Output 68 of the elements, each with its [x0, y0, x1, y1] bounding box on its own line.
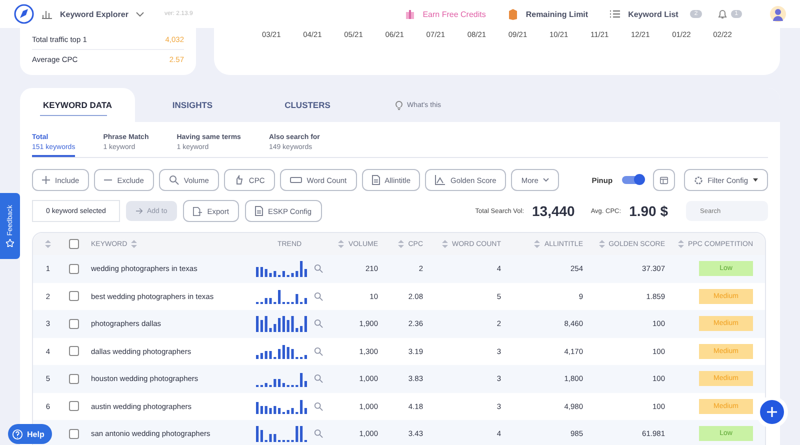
sort-icon[interactable] [45, 240, 51, 248]
add-button[interactable] [760, 400, 784, 424]
checkbox[interactable] [69, 374, 79, 384]
document-icon [372, 175, 380, 185]
earn-credits-link[interactable]: Earn Free Credits [422, 10, 486, 18]
search-icon[interactable] [314, 346, 323, 356]
box-icon [508, 8, 518, 20]
sort-icon[interactable] [442, 240, 448, 248]
tab[interactable]: KEYWORD DATA [20, 88, 135, 122]
sort-icon[interactable] [534, 240, 540, 248]
sort-icon[interactable] [131, 240, 138, 248]
trend-sparkline [256, 426, 308, 442]
sort-icon[interactable] [598, 240, 605, 248]
lightbulb-icon [395, 100, 403, 110]
document-icon [254, 206, 263, 216]
caret-icon [753, 178, 758, 182]
plus-icon [42, 176, 50, 184]
checkbox[interactable] [69, 401, 79, 412]
sort-icon[interactable] [338, 240, 344, 248]
checkbox[interactable] [69, 291, 79, 302]
chart-icon [435, 175, 446, 185]
search-icon[interactable] [314, 429, 323, 438]
search-icon[interactable] [314, 292, 323, 301]
logo-icon[interactable] [14, 4, 34, 24]
sort-icon[interactable] [678, 240, 684, 248]
layout-icon [660, 176, 668, 184]
pinup-toggle[interactable] [622, 176, 644, 184]
help-button[interactable]: Help [8, 424, 52, 444]
plus-icon [767, 407, 777, 417]
arrow-icon [136, 208, 143, 214]
question-icon [12, 428, 23, 440]
remaining-limit-link[interactable]: Remaining Limit [526, 10, 588, 18]
search-icon[interactable] [314, 402, 323, 411]
sort-icon[interactable] [398, 240, 404, 248]
minus-icon [104, 179, 112, 181]
app-name[interactable]: Keyword Explorer [60, 10, 128, 18]
gift-icon [404, 9, 415, 19]
search-icon[interactable] [314, 374, 323, 384]
avatar-icon[interactable] [770, 6, 786, 22]
keyword-list-link[interactable]: Keyword List [628, 10, 678, 18]
trend-sparkline [256, 370, 308, 387]
list-icon [610, 10, 620, 18]
star-icon [6, 238, 14, 247]
checkbox[interactable] [69, 346, 79, 356]
layout-button[interactable] [652, 169, 675, 191]
ruler-icon [290, 177, 302, 183]
trend-sparkline [256, 288, 308, 304]
tab[interactable]: INSIGHTS [135, 88, 250, 122]
bell-icon[interactable] [718, 9, 727, 19]
total-volume-value: 13,440 [532, 203, 575, 219]
checkbox[interactable] [69, 264, 79, 274]
hand-icon [234, 175, 244, 185]
search-icon[interactable] [314, 319, 323, 328]
checkbox[interactable] [69, 239, 79, 249]
checkbox[interactable] [69, 318, 79, 329]
trend-sparkline [256, 316, 308, 332]
magnifier-icon [168, 175, 179, 185]
search-icon[interactable] [314, 264, 323, 274]
export-icon [193, 206, 202, 216]
trend-sparkline [256, 260, 308, 277]
checkbox[interactable] [69, 428, 79, 439]
chevron-icon [543, 178, 550, 182]
trend-sparkline [256, 398, 308, 414]
average-cpc-value: 1.90 $ [629, 203, 668, 219]
bar-chart-icon [42, 10, 52, 18]
chevron-icon[interactable] [136, 12, 144, 16]
trend-sparkline [256, 343, 308, 360]
tab[interactable]: CLUSTERS [250, 88, 365, 122]
